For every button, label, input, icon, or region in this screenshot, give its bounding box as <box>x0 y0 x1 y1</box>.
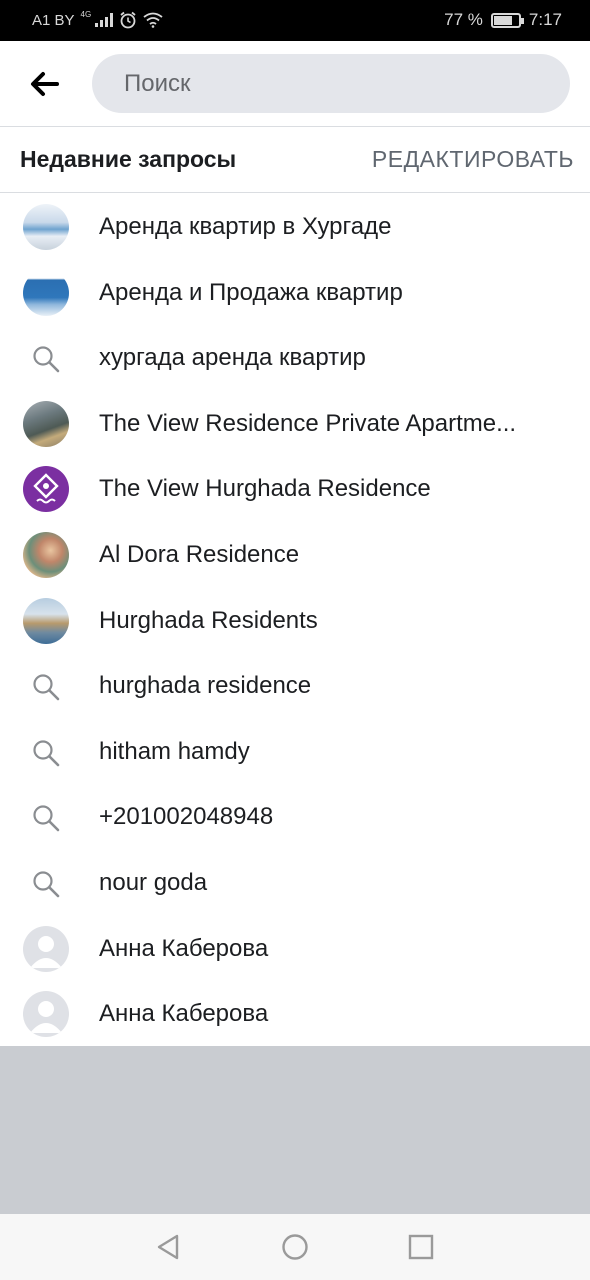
list-item[interactable]: Al Dora Residence <box>0 522 590 588</box>
system-nav-bar <box>0 1214 590 1280</box>
list-item-label: nour goda <box>99 868 208 896</box>
battery-percent: 77 % <box>444 10 483 29</box>
list-item[interactable]: The View Hurghada Residence <box>0 456 590 522</box>
recent-list: Аренда квартир в Хургаде Аренда и Продаж… <box>0 194 590 1047</box>
list-item[interactable]: Аренда и Продажа квартир <box>0 260 590 326</box>
network-type: 4G <box>80 10 92 19</box>
alarm-icon <box>120 11 136 29</box>
nav-recents-icon[interactable] <box>405 1231 437 1263</box>
page-thumbnail <box>23 400 69 447</box>
list-item-label: The View Hurghada Residence <box>99 475 431 503</box>
page-logo <box>23 466 69 513</box>
list-item[interactable]: Анна Каберова <box>0 916 590 982</box>
list-item-label: hitham hamdy <box>99 737 250 765</box>
signal-icon <box>95 13 114 27</box>
page-thumbnail <box>23 269 69 316</box>
page-thumbnail <box>23 531 69 578</box>
status-right: 77 % 7:17 <box>444 10 562 30</box>
search-icon <box>33 805 60 832</box>
empty-area <box>0 1046 590 1214</box>
page-thumbnail <box>23 204 69 250</box>
list-item-label: Аренда квартир в Хургаде <box>99 213 392 240</box>
wifi-icon <box>143 12 163 28</box>
avatar <box>23 925 69 972</box>
search-icon <box>33 346 60 373</box>
carrier-label: A1 BY <box>32 11 75 29</box>
search-box <box>92 54 570 113</box>
search-input[interactable] <box>124 54 544 113</box>
section-title: Недавние запросы <box>20 146 237 172</box>
list-item[interactable]: hurghada residence <box>0 653 590 719</box>
battery-icon <box>490 12 524 28</box>
list-item[interactable]: Аренда квартир в Хургаде <box>0 194 590 260</box>
default-avatar-icon <box>30 935 62 968</box>
logo-icon <box>33 473 59 504</box>
list-item-label: Hurghada Residents <box>99 606 318 634</box>
list-item-label: Al Dora Residence <box>99 540 300 568</box>
list-item-label: hurghada residence <box>99 672 312 700</box>
recent-searches-header: Недавние запросы РЕДАКТИРОВАТЬ <box>0 127 590 193</box>
search-icon <box>33 674 60 701</box>
list-item-label: хургада аренда квартир <box>99 344 366 372</box>
list-item-label: Аренда и Продажа квартир <box>99 278 403 306</box>
status-bar: A1 BY 4G 77 % 7:17 <box>0 0 590 41</box>
default-avatar-icon <box>30 1001 62 1034</box>
list-item-label: +201002048948 <box>99 803 274 831</box>
list-item[interactable]: хургада аренда квартир <box>0 325 590 391</box>
page-thumbnail <box>23 597 69 644</box>
nav-back-icon[interactable] <box>153 1231 185 1263</box>
list-item-label: Анна Каберова <box>99 934 269 962</box>
list-item[interactable]: Анна Каберова <box>0 981 590 1047</box>
back-button[interactable] <box>22 63 68 105</box>
list-item[interactable]: The View Residence Private Apartme... <box>0 391 590 457</box>
list-item[interactable]: nour goda <box>0 850 590 916</box>
list-item-label: Анна Каберова <box>99 1000 269 1028</box>
avatar <box>23 991 69 1038</box>
status-left: A1 BY 4G <box>32 11 163 29</box>
list-item[interactable]: +201002048948 <box>0 784 590 850</box>
nav-home-icon[interactable] <box>279 1231 311 1263</box>
list-item[interactable]: Hurghada Residents <box>0 588 590 654</box>
arrow-left-icon <box>31 72 59 96</box>
edit-button[interactable]: РЕДАКТИРОВАТЬ <box>372 146 574 173</box>
list-item[interactable]: hitham hamdy <box>0 719 590 785</box>
clock: 7:17 <box>528 10 562 29</box>
search-icon <box>33 740 60 767</box>
battery-fill <box>493 15 513 25</box>
search-header <box>0 41 590 127</box>
list-item-label: The View Residence Private Apartme... <box>99 409 517 437</box>
search-icon <box>33 871 60 898</box>
